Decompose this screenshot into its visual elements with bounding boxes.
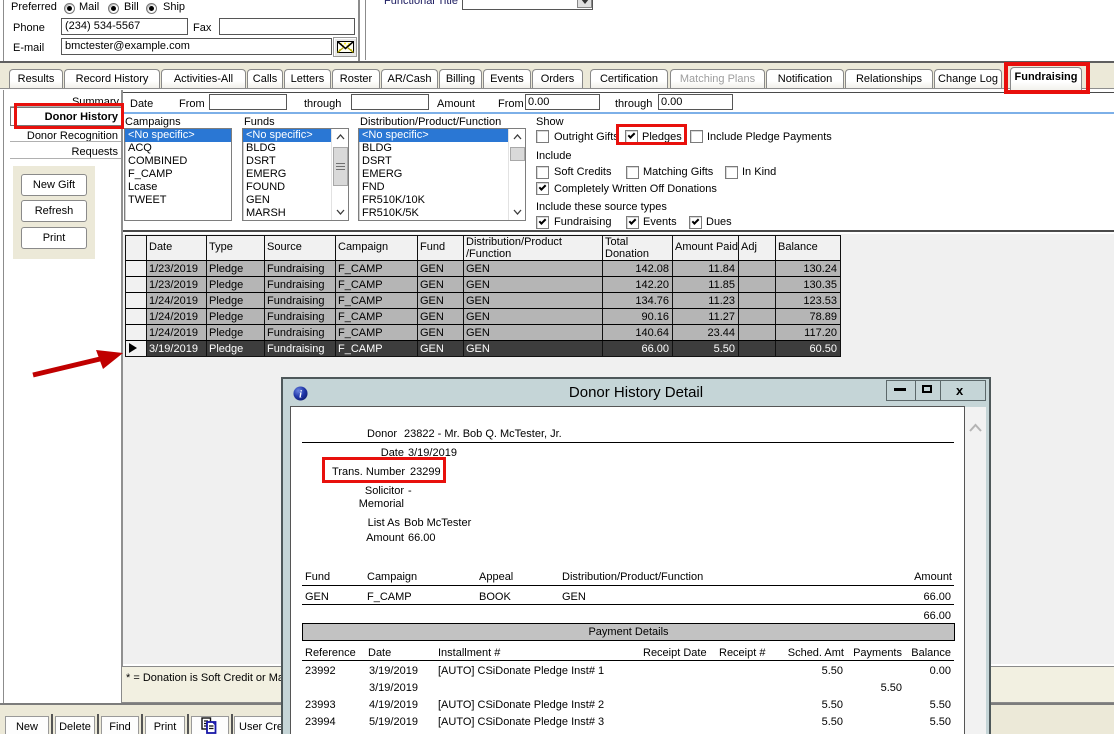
svg-text:i: i <box>299 389 302 400</box>
